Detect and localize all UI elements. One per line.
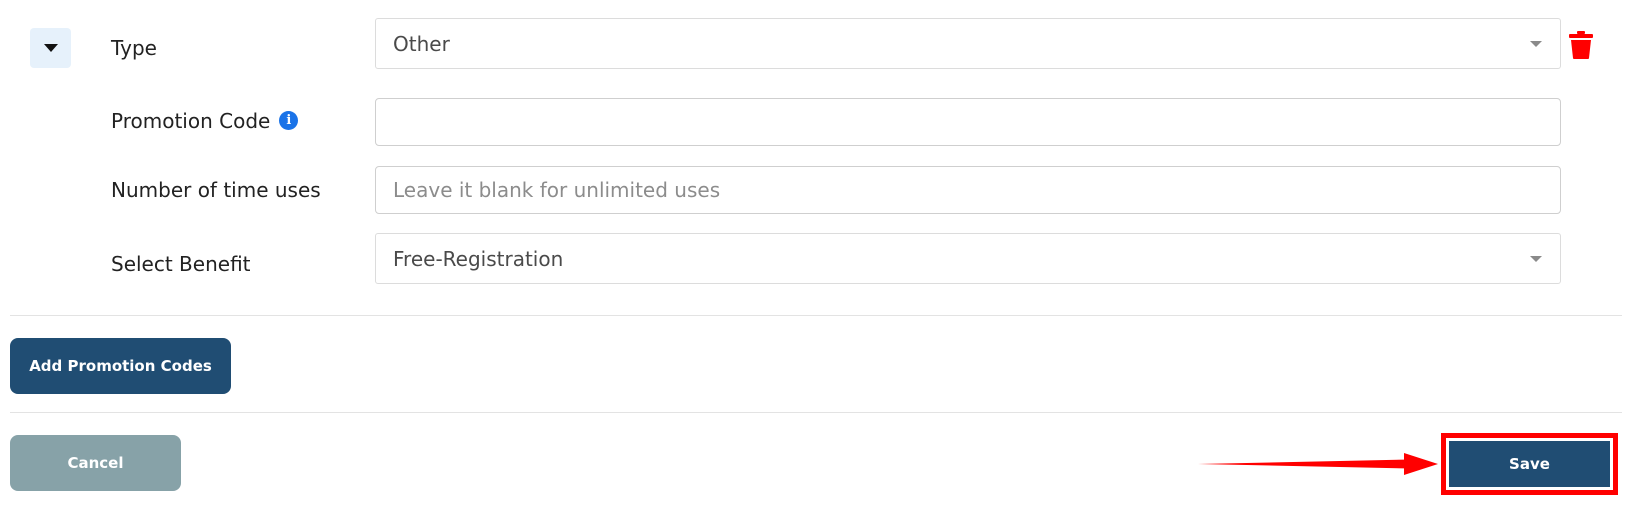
- save-button[interactable]: Save: [1449, 441, 1610, 487]
- promotion-code-label: Promotion Code i: [111, 107, 299, 135]
- promotion-code-label-text: Promotion Code: [111, 109, 271, 133]
- number-of-uses-field[interactable]: [375, 166, 1561, 214]
- chevron-down-icon: [1530, 40, 1542, 47]
- collapse-toggle-button[interactable]: [30, 28, 71, 68]
- info-icon[interactable]: i: [279, 110, 299, 130]
- save-label: Save: [1509, 455, 1550, 473]
- add-promotion-codes-label: Add Promotion Codes: [29, 357, 212, 375]
- divider: [10, 412, 1622, 413]
- select-benefit-label: Select Benefit: [111, 250, 251, 278]
- benefit-select[interactable]: Free-Registration: [375, 233, 1561, 284]
- number-of-uses-input[interactable]: [393, 178, 1560, 202]
- divider: [10, 315, 1622, 316]
- type-label-text: Type: [111, 36, 157, 60]
- add-promotion-codes-button[interactable]: Add Promotion Codes: [10, 338, 231, 394]
- type-select[interactable]: Other: [375, 18, 1561, 69]
- select-benefit-label-text: Select Benefit: [111, 252, 251, 276]
- chevron-down-icon: [1530, 255, 1542, 262]
- type-label: Type: [111, 34, 157, 62]
- trash-icon[interactable]: [1569, 31, 1593, 59]
- caret-down-icon: [43, 44, 58, 52]
- type-select-value: Other: [393, 31, 450, 56]
- promotion-code-field[interactable]: [375, 98, 1561, 146]
- number-of-uses-label-text: Number of time uses: [111, 178, 321, 202]
- promotion-code-input[interactable]: [393, 110, 1560, 134]
- cancel-button[interactable]: Cancel: [10, 435, 181, 491]
- red-arrow-annotation: [1198, 453, 1438, 475]
- number-of-uses-label: Number of time uses: [111, 176, 321, 204]
- benefit-select-value: Free-Registration: [393, 246, 564, 271]
- cancel-label: Cancel: [67, 454, 124, 472]
